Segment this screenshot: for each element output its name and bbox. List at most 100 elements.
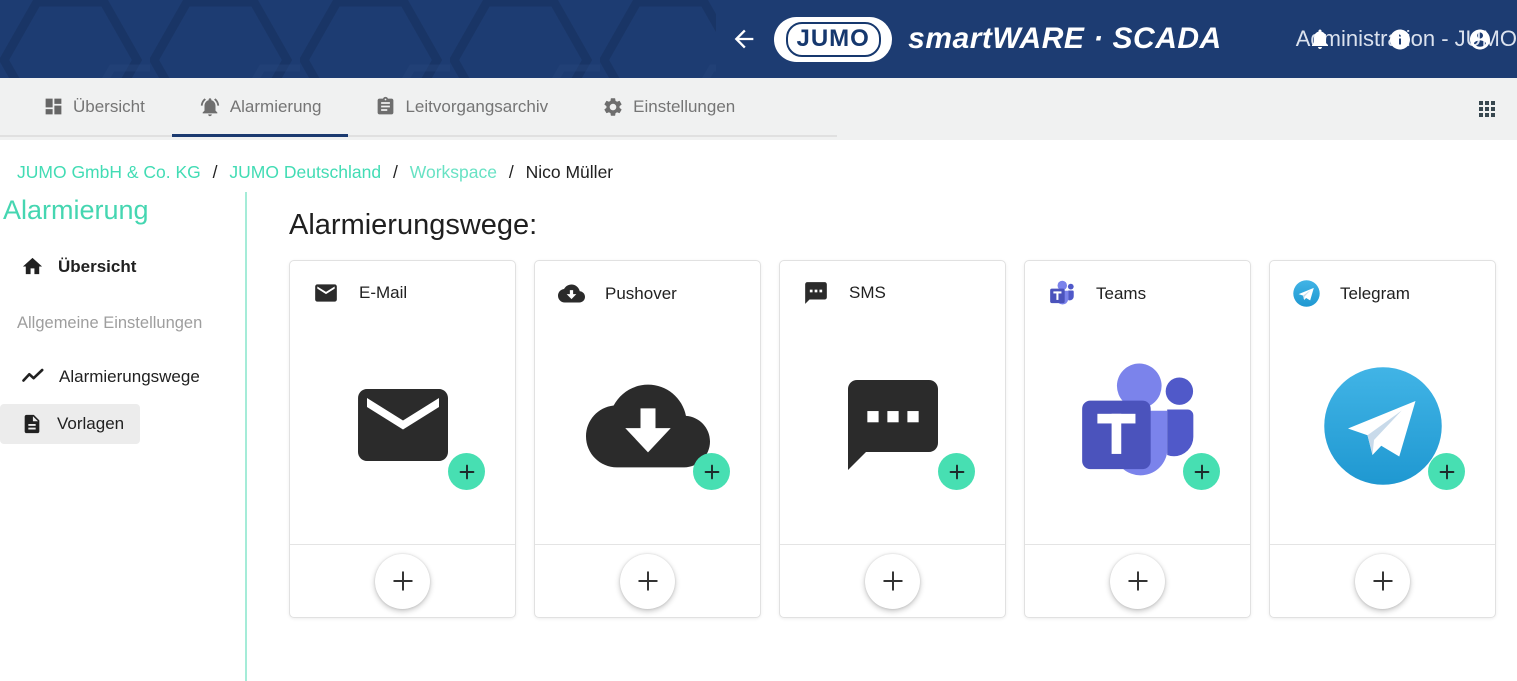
apps-grid-button[interactable] — [1470, 92, 1504, 126]
cloud-download-icon — [558, 280, 585, 307]
notifications-button[interactable] — [1308, 27, 1332, 51]
add-email-channel-badge[interactable] — [448, 453, 485, 490]
add-pushover-button[interactable] — [620, 554, 675, 609]
info-icon — [1388, 27, 1412, 52]
breadcrumb-link-region[interactable]: JUMO Deutschland — [229, 162, 381, 182]
breadcrumb-separator: / — [213, 162, 218, 182]
add-teams-button[interactable] — [1110, 554, 1165, 609]
breadcrumb: JUMO GmbH & Co. KG / JUMO Deutschland / … — [0, 140, 1517, 192]
card-label: SMS — [849, 283, 886, 303]
sms-bubble-icon — [803, 280, 829, 306]
plus-icon — [1436, 461, 1458, 483]
main-content: Alarmierungswege: E-Mail — [247, 192, 1517, 681]
card-body — [1025, 308, 1250, 544]
card-header: Telegram — [1270, 261, 1495, 307]
add-sms-channel-badge[interactable] — [938, 453, 975, 490]
card-body — [780, 306, 1005, 544]
tab-leitvorgangsarchiv[interactable]: Leitvorgangsarchiv — [348, 78, 575, 135]
add-sms-button[interactable] — [865, 554, 920, 609]
card-footer — [535, 544, 760, 617]
add-telegram-button[interactable] — [1355, 554, 1410, 609]
alarm-bell-icon — [199, 96, 221, 118]
sidebar-item-uebersicht[interactable]: Übersicht — [0, 246, 152, 287]
plus-icon — [1124, 567, 1152, 595]
add-email-button[interactable] — [375, 554, 430, 609]
card-label: Telegram — [1340, 284, 1410, 304]
sidebar-item-label: Vorlagen — [57, 414, 124, 434]
sidebar: Alarmierung Übersicht Allgemeine Einstel… — [0, 192, 247, 681]
breadcrumb-separator: / — [393, 162, 398, 182]
person-circle-icon — [1468, 26, 1492, 53]
card-header: SMS — [780, 261, 1005, 306]
cloud-download-big-icon — [586, 364, 710, 488]
card-header: Teams — [1025, 261, 1250, 308]
plus-icon — [1369, 567, 1397, 595]
teams-icon — [1048, 280, 1076, 308]
sidebar-item-alarmierungswege[interactable]: Alarmierungswege — [0, 356, 216, 398]
jumo-logo-text: JUMO — [797, 25, 870, 53]
plus-icon — [879, 567, 907, 595]
plus-icon — [456, 461, 478, 483]
card-label: Teams — [1096, 284, 1146, 304]
sidebar-title: Alarmierung — [3, 195, 245, 226]
plus-icon — [389, 567, 417, 595]
card-telegram: Telegram — [1269, 260, 1496, 618]
plus-icon — [634, 567, 662, 595]
card-footer — [1270, 544, 1495, 617]
card-email: E-Mail — [289, 260, 516, 618]
breadcrumb-separator: / — [509, 162, 514, 182]
card-body — [1270, 307, 1495, 544]
tab-alarmierung[interactable]: Alarmierung — [172, 78, 349, 135]
sidebar-item-label: Alarmierungswege — [59, 367, 200, 387]
home-icon — [21, 255, 44, 278]
info-button[interactable] — [1388, 27, 1412, 51]
card-sms: SMS — [779, 260, 1006, 618]
clipboard-icon — [375, 96, 396, 117]
top-header: JUMO smartWARE · SCADA Administration - … — [0, 0, 1517, 78]
sms-bubble-big-icon — [839, 371, 947, 479]
card-body — [535, 307, 760, 544]
page-heading: Alarmierungswege: — [289, 209, 1517, 242]
card-label: E-Mail — [359, 283, 407, 303]
jumo-logo: JUMO — [774, 17, 892, 62]
card-body — [290, 306, 515, 544]
apps-grid-icon — [1475, 97, 1499, 121]
tabs-container: Übersicht Alarmierung Leitvorgangsarchiv… — [0, 78, 837, 137]
add-pushover-channel-badge[interactable] — [693, 453, 730, 490]
arrow-left-icon — [730, 25, 758, 53]
breadcrumb-current: Nico Müller — [526, 162, 614, 182]
gear-icon — [602, 96, 624, 118]
email-icon — [313, 280, 339, 306]
back-button[interactable] — [730, 19, 758, 59]
jumo-logo-inner: JUMO — [786, 22, 881, 57]
plus-icon — [1191, 461, 1213, 483]
content-row: Alarmierung Übersicht Allgemeine Einstel… — [0, 192, 1517, 681]
account-button[interactable] — [1468, 27, 1492, 51]
add-telegram-channel-badge[interactable] — [1428, 453, 1465, 490]
card-label: Pushover — [605, 284, 677, 304]
sidebar-item-vorlagen[interactable]: Vorlagen — [0, 404, 140, 444]
card-footer — [1025, 544, 1250, 617]
sidebar-section-label: Allgemeine Einstellungen — [0, 314, 245, 333]
card-header: Pushover — [535, 261, 760, 307]
card-pushover: Pushover — [534, 260, 761, 618]
dashboard-icon — [43, 96, 64, 117]
plus-icon — [946, 461, 968, 483]
tab-einstellungen[interactable]: Einstellungen — [575, 78, 762, 135]
hexagon-pattern-background — [0, 0, 716, 78]
plus-icon — [701, 461, 723, 483]
sidebar-item-label: Übersicht — [58, 257, 136, 277]
telegram-icon — [1293, 280, 1320, 307]
breadcrumb-link-workspace[interactable]: Workspace — [410, 162, 497, 182]
card-header: E-Mail — [290, 261, 515, 306]
tab-uebersicht[interactable]: Übersicht — [16, 78, 172, 135]
breadcrumb-link-company[interactable]: JUMO GmbH & Co. KG — [17, 162, 201, 182]
card-teams: Teams — [1024, 260, 1251, 618]
telegram-big-icon — [1323, 366, 1443, 486]
add-teams-channel-badge[interactable] — [1183, 453, 1220, 490]
bell-icon — [1308, 27, 1332, 51]
document-icon — [21, 413, 43, 435]
app-root: JUMO smartWARE · SCADA Administration - … — [0, 0, 1517, 681]
brand-title: smartWARE · SCADA — [908, 22, 1222, 56]
card-footer — [780, 544, 1005, 617]
